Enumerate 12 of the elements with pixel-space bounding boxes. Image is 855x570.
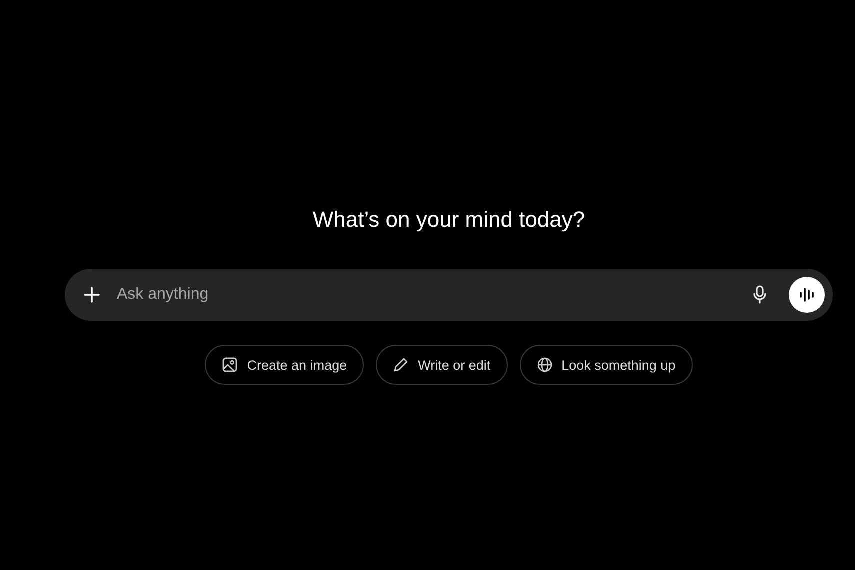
heading: What’s on your mind today? <box>312 206 586 234</box>
prompt-field[interactable]: Ask anything <box>115 285 753 305</box>
suggestion-chip[interactable]: Create an image <box>205 345 364 385</box>
pencil-icon <box>393 357 410 373</box>
suggestion-chip[interactable]: Look something up <box>520 345 693 385</box>
voice-button[interactable] <box>789 277 825 313</box>
suggestion-chip[interactable]: Write or edit <box>376 345 508 385</box>
image-icon <box>222 357 238 373</box>
microphone-icon[interactable] <box>753 285 767 305</box>
prompt-box[interactable]: Ask anything <box>65 269 833 321</box>
waveform-icon <box>798 287 816 303</box>
globe-icon <box>536 357 553 373</box>
